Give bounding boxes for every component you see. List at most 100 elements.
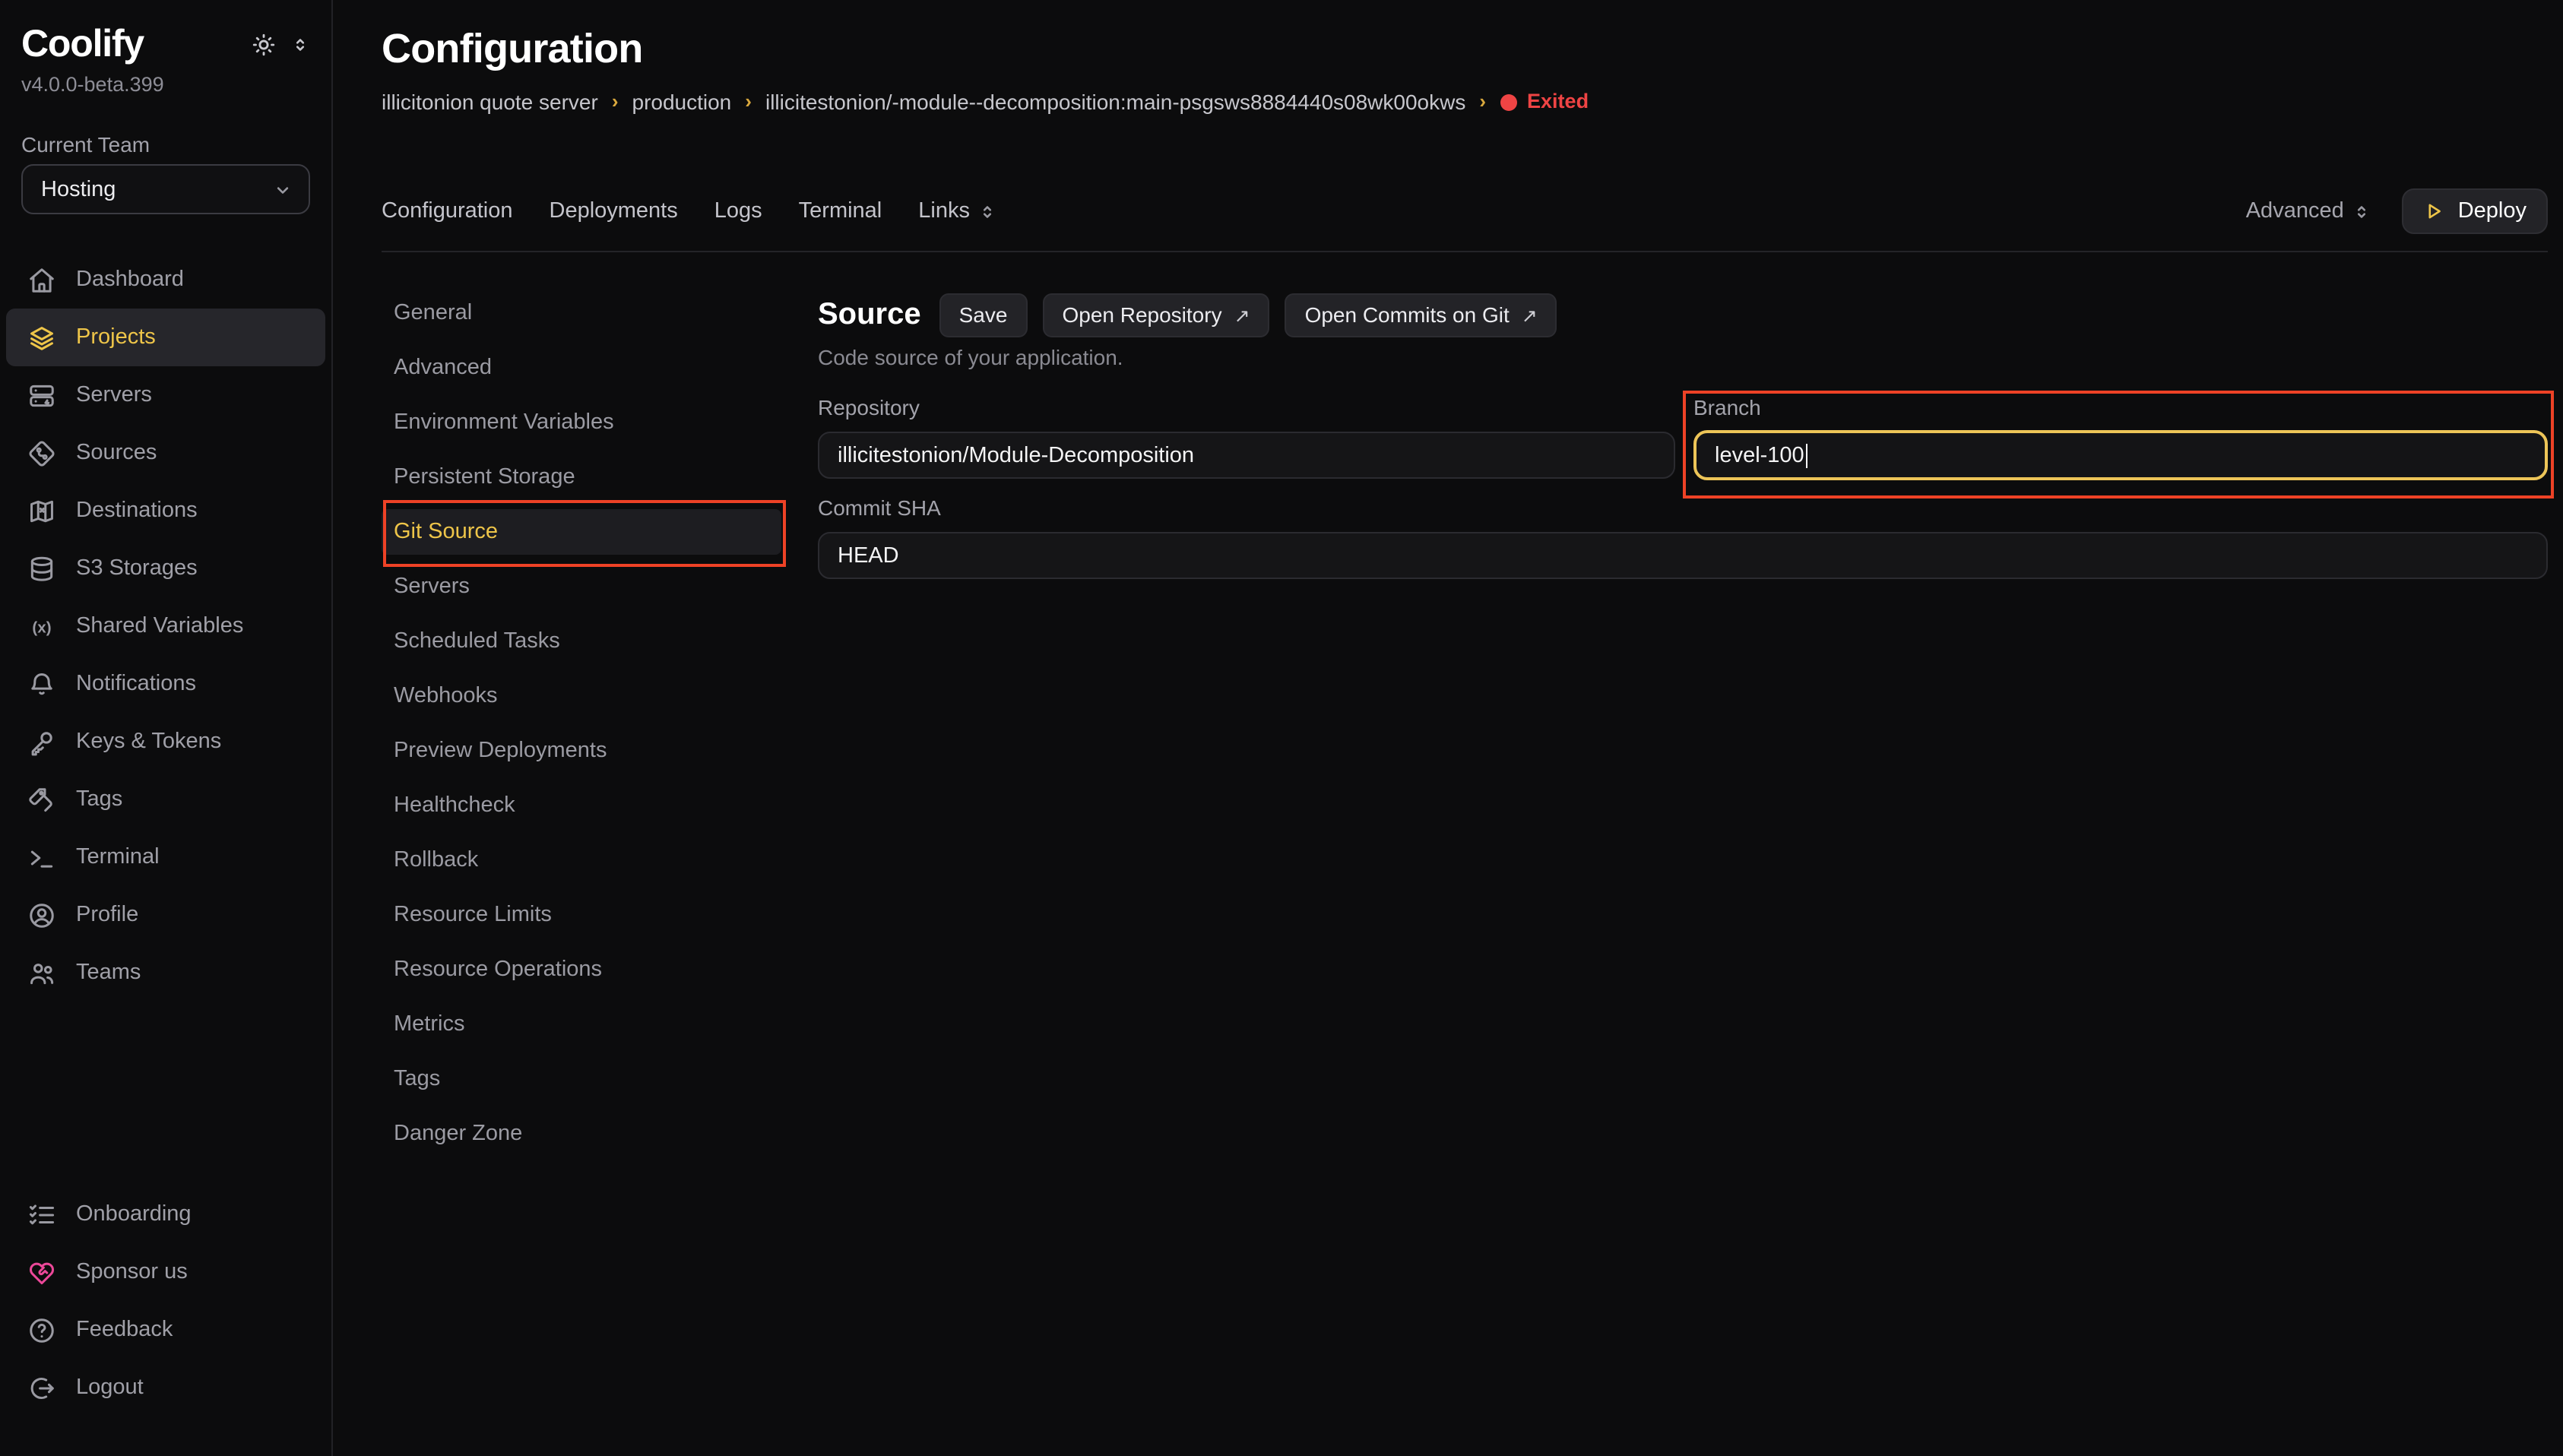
repository-input[interactable]: illicitestonion/Module-Decomposition [818, 432, 1675, 479]
subnav-item-label: Git Source [394, 520, 498, 544]
save-button[interactable]: Save [939, 293, 1028, 337]
logout-icon [27, 1373, 56, 1402]
branch-input[interactable]: level-100 [1693, 430, 2548, 480]
database-icon [27, 554, 56, 583]
commit-sha-input[interactable]: HEAD [818, 532, 2548, 579]
tab-logs[interactable]: Logs [714, 199, 762, 223]
subnav-item-persistent-storage[interactable]: Persistent Storage [382, 454, 781, 500]
subnav-item-advanced[interactable]: Advanced [382, 345, 781, 391]
tab-deployments[interactable]: Deployments [550, 199, 678, 223]
subnav-item-git-source[interactable]: Git Source [382, 509, 781, 555]
team-select[interactable]: Hosting [21, 164, 310, 214]
braces-x-icon: (x) [27, 612, 56, 641]
sidebar-item-s3-storages[interactable]: S3 Storages [6, 540, 325, 597]
sidebar-item-label: Servers [76, 383, 152, 407]
repository-label: Repository [818, 397, 1675, 419]
advanced-dropdown[interactable]: Advanced [2246, 199, 2371, 223]
subnav-item-healthcheck[interactable]: Healthcheck [382, 783, 781, 828]
tab-links[interactable]: Links [918, 199, 997, 223]
chevrons-up-down-icon [977, 201, 997, 221]
sidebar-item-terminal[interactable]: Terminal [6, 828, 325, 886]
tab-terminal[interactable]: Terminal [799, 199, 882, 223]
users-icon [27, 958, 56, 987]
sidebar-item-label: Sponsor us [76, 1260, 188, 1284]
sidebar-item-label: Dashboard [76, 267, 184, 292]
subnav-item-webhooks[interactable]: Webhooks [382, 673, 781, 719]
chevrons-up-down-icon [2352, 201, 2371, 221]
tabs-divider [382, 251, 2548, 252]
sidebar-item-sources[interactable]: Sources [6, 424, 325, 482]
sidebar-item-label: Shared Variables [76, 614, 243, 638]
svg-text:(x): (x) [32, 618, 51, 635]
heart-hands-icon [27, 1258, 56, 1287]
sidebar-item-label: Destinations [76, 499, 198, 523]
sidebar-item-teams[interactable]: Teams [6, 944, 325, 1002]
sidebar-item-dashboard[interactable]: Dashboard [6, 251, 325, 309]
sidebar-item-label: Profile [76, 903, 138, 927]
sidebar-item-shared-variables[interactable]: (x) Shared Variables [6, 597, 325, 655]
sidebar-item-profile[interactable]: Profile [6, 886, 325, 944]
subnav-item-label: Scheduled Tasks [394, 629, 560, 654]
sidebar-item-feedback[interactable]: Feedback [6, 1301, 325, 1359]
subnav-item-environment-variables[interactable]: Environment Variables [382, 400, 781, 445]
subnav-item-label: Preview Deployments [394, 739, 607, 763]
subnav-item-resource-operations[interactable]: Resource Operations [382, 947, 781, 992]
app-logo: Coolify [21, 21, 144, 67]
sidebar-item-label: Projects [76, 325, 156, 350]
subnav-item-general[interactable]: General [382, 290, 781, 336]
sidebar-item-tags[interactable]: Tags [6, 771, 325, 828]
subnav-item-label: Advanced [394, 356, 492, 380]
tab-configuration[interactable]: Configuration [382, 199, 513, 223]
breadcrumb-project[interactable]: illicitonion quote server [382, 88, 598, 116]
tab-label: Deployments [550, 199, 678, 223]
deploy-button[interactable]: Deploy [2402, 188, 2548, 234]
section-description: Code source of your application. [818, 345, 2548, 369]
sidebar-item-keys-tokens[interactable]: Keys & Tokens [6, 713, 325, 771]
sidebar-footer-nav: Onboarding Sponsor us Feedback Logout [6, 1185, 325, 1416]
sidebar-item-projects[interactable]: Projects [6, 309, 325, 366]
logo-row: Coolify [21, 21, 310, 67]
subnav-item-tags[interactable]: Tags [382, 1056, 781, 1102]
app-version: v4.0.0-beta.399 [21, 73, 310, 96]
subnav-item-danger-zone[interactable]: Danger Zone [382, 1111, 781, 1157]
subnav-item-rollback[interactable]: Rollback [382, 837, 781, 883]
sidebar-item-destinations[interactable]: Destinations [6, 482, 325, 540]
subnav-item-metrics[interactable]: Metrics [382, 1002, 781, 1047]
git-diamond-icon [27, 438, 56, 467]
config-subnav: General Advanced Environment Variables Pers… [382, 290, 781, 1166]
subnav-item-servers[interactable]: Servers [382, 564, 781, 609]
theme-chevrons-up-down-icon[interactable] [290, 35, 310, 55]
breadcrumb-application[interactable]: illicitestonion/-module--decomposition:m… [765, 88, 1465, 116]
subnav-item-label: Resource Limits [394, 903, 552, 927]
subnav-item-label: Resource Operations [394, 957, 602, 982]
breadcrumb-environment[interactable]: production [632, 88, 732, 116]
subnav-item-resource-limits[interactable]: Resource Limits [382, 892, 781, 938]
sidebar-item-sponsor-us[interactable]: Sponsor us [6, 1243, 325, 1301]
sidebar-item-label: Logout [76, 1375, 144, 1400]
subnav-item-scheduled-tasks[interactable]: Scheduled Tasks [382, 619, 781, 664]
page-title: Configuration [382, 24, 2548, 73]
sidebar-item-logout[interactable]: Logout [6, 1359, 325, 1416]
tabs-row: Configuration Deployments Logs Terminal Link… [382, 191, 2548, 231]
open-repository-button[interactable]: Open Repository ↗ [1042, 293, 1269, 337]
tab-label: Configuration [382, 199, 513, 223]
open-commits-button[interactable]: Open Commits on Git ↗ [1285, 293, 1557, 337]
sidebar-item-onboarding[interactable]: Onboarding [6, 1185, 325, 1243]
subnav-item-label: Persistent Storage [394, 465, 575, 489]
chevron-down-icon [272, 179, 293, 200]
subnav-item-preview-deployments[interactable]: Preview Deployments [382, 728, 781, 774]
tab-label: Links [918, 199, 970, 223]
external-link-icon: ↗ [1522, 303, 1538, 326]
bell-icon [27, 669, 56, 698]
theme-sun-icon[interactable] [251, 32, 277, 58]
sidebar-item-notifications[interactable]: Notifications [6, 655, 325, 713]
subnav-item-label: Rollback [394, 848, 478, 872]
breadcrumb-separator-icon: › [1479, 88, 1486, 116]
subnav-item-label: Tags [394, 1067, 440, 1091]
sidebar-item-label: Feedback [76, 1318, 173, 1342]
status-text: Exited [1527, 88, 1589, 116]
terminal-icon [27, 843, 56, 872]
commit-sha-field-group: Commit SHA HEAD [818, 497, 2548, 579]
team-select-value: Hosting [41, 177, 116, 201]
sidebar-item-servers[interactable]: Servers [6, 366, 325, 424]
